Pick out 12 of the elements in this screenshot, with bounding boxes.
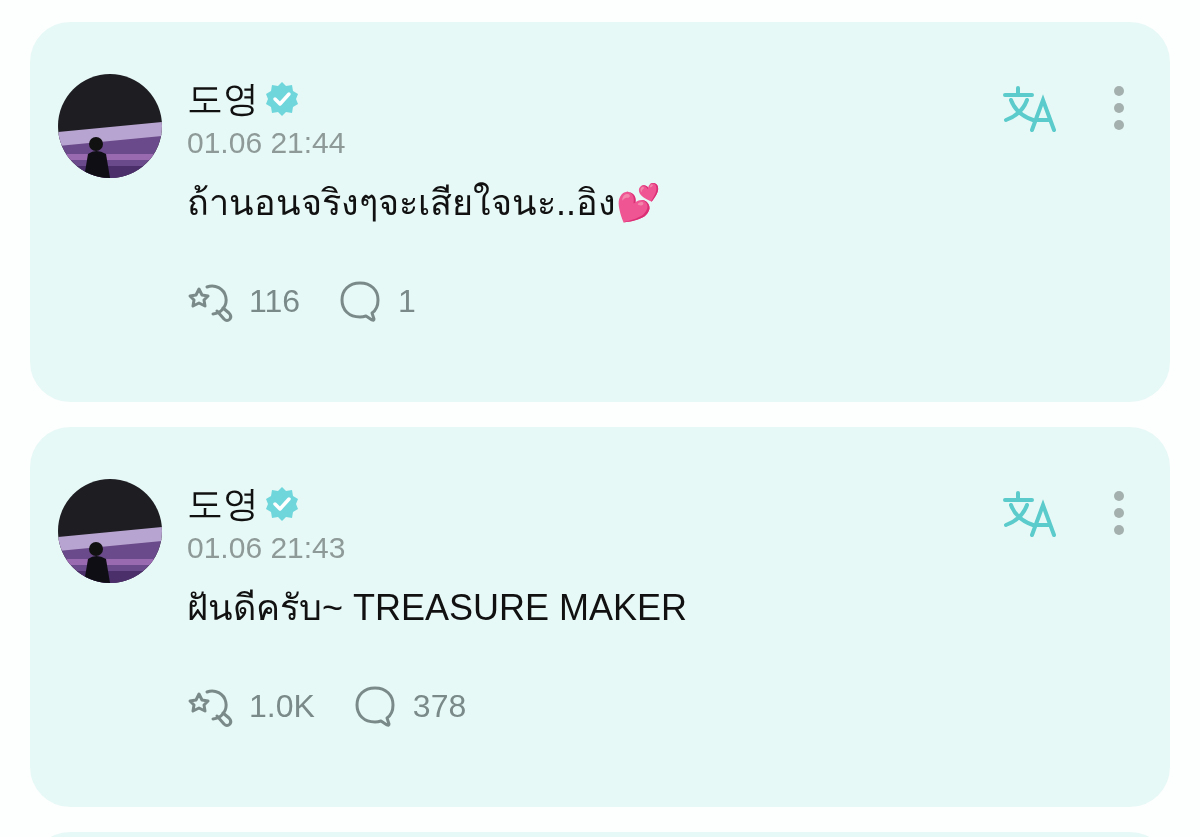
comment-count: 378 xyxy=(412,687,467,725)
more-options-icon[interactable] xyxy=(1112,84,1126,132)
post-text: ฝันดีครับ~ TREASURE MAKER xyxy=(187,586,689,630)
author-name: 도영 xyxy=(187,76,259,121)
comment-count: 1 xyxy=(398,282,416,320)
more-options-icon[interactable] xyxy=(1112,489,1126,537)
post-text: ถ้านอนจริงๆจะเสียใจนะ..อิง💕 xyxy=(187,181,662,225)
repost-count: 1.0K xyxy=(249,687,315,725)
post-time: 01.06 21:44 xyxy=(187,126,347,160)
repost-count: 116 xyxy=(249,282,300,320)
post-time: 01.06 21:43 xyxy=(187,531,347,565)
author-name: 도영 xyxy=(187,481,259,526)
